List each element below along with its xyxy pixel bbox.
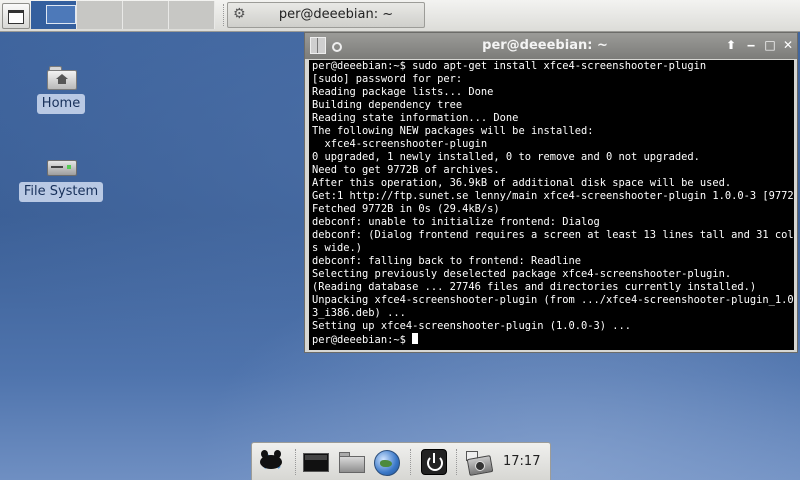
workspace-1[interactable] <box>31 1 77 29</box>
screenshooter-icon[interactable] <box>466 451 494 476</box>
terminal-line: Selecting previously deselected package … <box>312 268 732 280</box>
panel-separator <box>223 4 226 26</box>
panel-separator <box>456 449 458 475</box>
window-menu-icon <box>8 10 24 24</box>
file-manager-icon[interactable] <box>339 452 365 473</box>
terminal-cursor <box>412 333 419 344</box>
web-browser-icon[interactable] <box>374 450 400 476</box>
terminal-line: per@deeebian:~$ sudo apt-get install xfc… <box>312 60 707 72</box>
terminal-line: Need to get 9772B of archives. <box>312 164 500 176</box>
terminal-line: (Reading database ... 27746 files and di… <box>312 281 757 293</box>
terminal-icon[interactable] <box>303 453 329 472</box>
desktop-icon-label: Home <box>36 94 86 114</box>
window-title: per@deeebian: ~ <box>482 38 608 53</box>
xfce-mouse-icon[interactable]: ✕ <box>257 445 287 479</box>
home-folder-icon <box>47 66 77 90</box>
bottom-panel: ✕ 17:17 <box>251 442 551 480</box>
window-titlebar[interactable]: per@deeebian: ~ ⬆ ‒ □ ✕ <box>305 33 797 59</box>
terminal-line: Unpacking xfce4-screenshooter-plugin (fr… <box>312 294 794 306</box>
workspace-3[interactable] <box>123 1 169 29</box>
terminal-line: Reading state information... Done <box>312 112 519 124</box>
desktop-icon-label: File System <box>18 182 104 202</box>
power-icon[interactable] <box>421 449 447 475</box>
drive-icon <box>47 160 77 176</box>
terminal-line: The following NEW packages will be insta… <box>312 125 594 137</box>
close-button[interactable]: ✕ <box>779 36 797 54</box>
clock[interactable]: 17:17 <box>503 454 540 469</box>
top-panel: ⚙ per@deeebian: ~ <box>0 0 800 32</box>
gear-icon: ⚙ <box>233 6 246 22</box>
taskbar-button-terminal[interactable]: ⚙ per@deeebian: ~ <box>227 2 425 28</box>
desktop-icon-file-system[interactable]: File System <box>18 160 104 202</box>
taskbar-button-label: per@deeebian: ~ <box>278 7 394 22</box>
workspace-window-thumbnail <box>46 5 76 24</box>
terminal-window: per@deeebian: ~ ⬆ ‒ □ ✕ per@deeebian:~$ … <box>304 32 798 353</box>
terminal-line: debconf: (Dialog frontend requires a scr… <box>312 229 794 241</box>
terminal-line: Building dependency tree <box>312 99 463 111</box>
panel-separator <box>295 449 297 475</box>
terminal-app-icon[interactable] <box>310 37 326 54</box>
terminal-output: per@deeebian:~$ sudo apt-get install xfc… <box>309 60 794 347</box>
desktop-icon-home[interactable]: Home <box>34 66 88 114</box>
sticky-icon[interactable] <box>332 42 342 52</box>
terminal-line: xfce4-screenshooter-plugin <box>312 138 488 150</box>
terminal-line: Fetched 9772B in 0s (29.4kB/s) <box>312 203 500 215</box>
terminal-screen[interactable]: per@deeebian:~$ sudo apt-get install xfc… <box>309 60 794 350</box>
terminal-line: [sudo] password for per: <box>312 73 463 85</box>
terminal-line: 0 upgraded, 1 newly installed, 0 to remo… <box>312 151 700 163</box>
workspace-2[interactable] <box>77 1 123 29</box>
terminal-line: 3_i386.deb) ... <box>312 307 406 319</box>
terminal-line: After this operation, 36.9kB of addition… <box>312 177 732 189</box>
terminal-line: s wide.) <box>312 242 363 254</box>
applications-menu-button[interactable] <box>2 3 30 29</box>
shade-button[interactable]: ⬆ <box>722 36 740 54</box>
terminal-line: debconf: falling back to frontend: Readl… <box>312 255 581 267</box>
terminal-line: debconf: unable to initialize frontend: … <box>312 216 600 228</box>
minimize-button[interactable]: ‒ <box>742 36 760 54</box>
panel-separator <box>410 449 412 475</box>
terminal-prompt: per@deeebian:~$ <box>312 334 413 346</box>
workspace-4[interactable] <box>169 1 215 29</box>
workspace-pager <box>31 1 215 29</box>
terminal-line: Setting up xfce4-screenshooter-plugin (1… <box>312 320 632 332</box>
maximize-button[interactable]: □ <box>761 36 779 54</box>
terminal-line: Reading package lists... Done <box>312 86 494 98</box>
terminal-line: Get:1 http://ftp.sunet.se lenny/main xfc… <box>312 190 794 202</box>
